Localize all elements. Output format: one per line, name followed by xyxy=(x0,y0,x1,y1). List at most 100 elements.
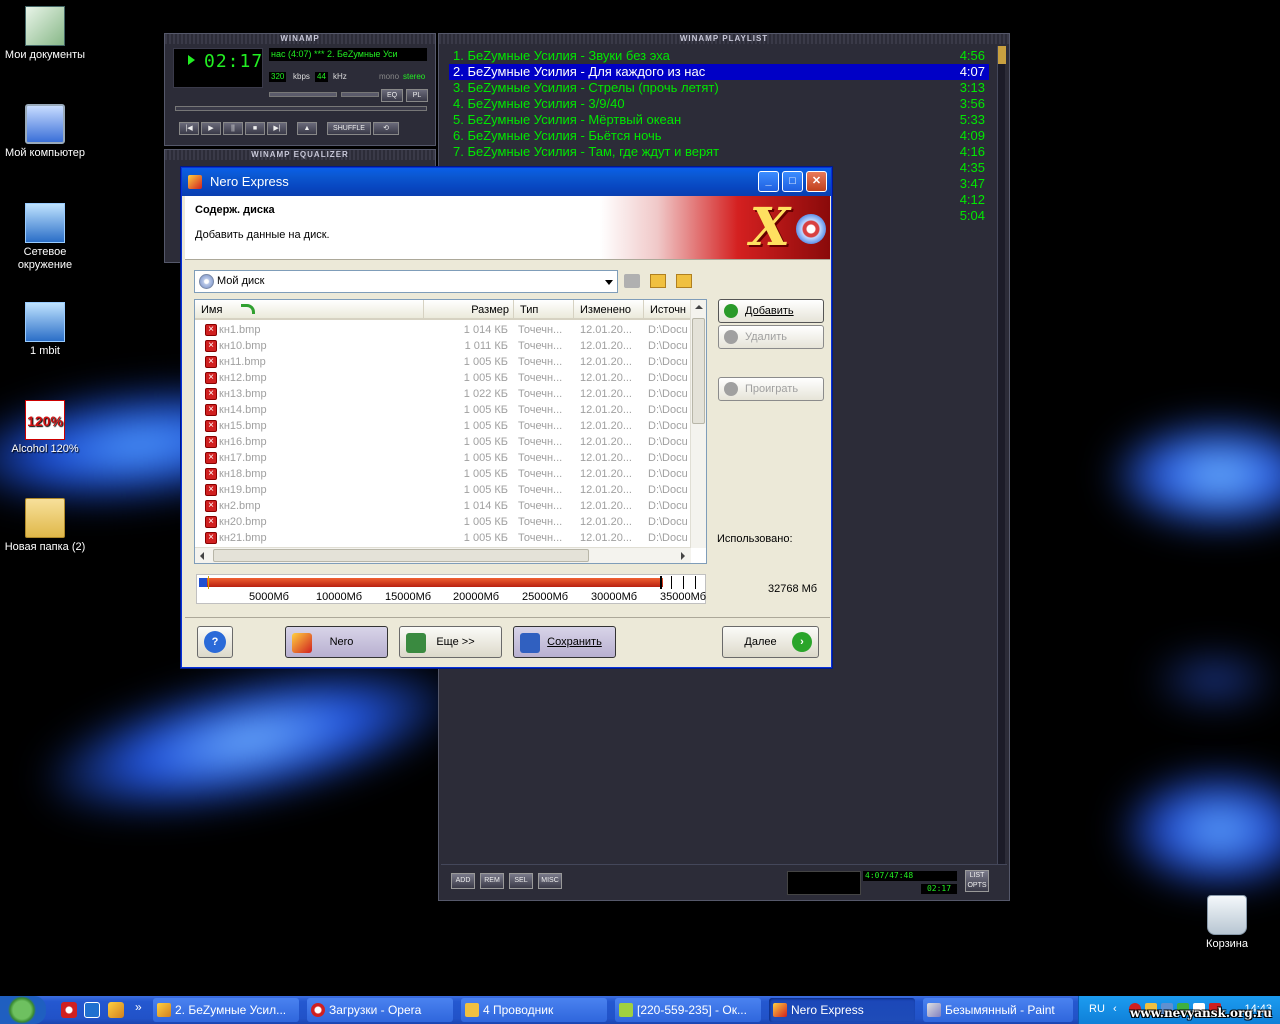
desktop-icon-alcohol[interactable]: 120% Alcohol 120% xyxy=(0,400,90,456)
taskbar-item-winamp[interactable]: 2. БеZумные Усил... xyxy=(153,998,299,1022)
disc-select[interactable]: Мой диск xyxy=(194,270,618,293)
scroll-right-icon[interactable] xyxy=(681,552,685,560)
file-row[interactable]: × кн10.bmp 1 011 КБ Точечн... 12.01.20... D:\… xyxy=(195,338,691,354)
quicklaunch-winamp-icon[interactable] xyxy=(108,1002,124,1018)
playlist-misc-button[interactable]: MISC xyxy=(538,873,562,889)
winamp-main-window[interactable]: WINAMP 02:17 нас (4:07) *** 2. БеZумные … xyxy=(164,33,436,146)
desktop-icon-network[interactable]: Сетевое окружение xyxy=(0,203,90,272)
file-row[interactable]: × кн2.bmp 1 014 КБ Точечн... 12.01.20... D:\D… xyxy=(195,498,691,514)
play-button[interactable]: Проиграть xyxy=(718,377,824,401)
scroll-up-icon[interactable] xyxy=(695,305,703,309)
column-name[interactable]: Имя xyxy=(195,300,424,318)
playlist-item-duration: 3:56 xyxy=(959,96,985,111)
playlist-item[interactable]: 1. БеZумные Усилия - Звуки без эха 4:56 xyxy=(449,48,989,64)
taskbar-item-paint[interactable]: Безымянный - Paint xyxy=(923,998,1073,1022)
nero-express-window[interactable]: Nero Express _ □ ✕ Содерж. диска Добавит… xyxy=(181,167,832,668)
playlist-item[interactable]: 7. БеZумные Усилия - Там, где ждут и вер… xyxy=(449,144,989,160)
playlist-scroll-thumb[interactable] xyxy=(998,46,1006,64)
vscroll-thumb[interactable] xyxy=(692,318,705,424)
playlist-sel-button[interactable]: SEL xyxy=(509,873,533,889)
play-button[interactable]: ▶ xyxy=(201,122,221,135)
taskbar-item-chat[interactable]: [220-559-235] - Ок... xyxy=(615,998,761,1022)
volume-slider[interactable] xyxy=(269,92,337,97)
nero-titlebar[interactable]: Nero Express _ □ ✕ xyxy=(182,168,831,196)
eject-button[interactable]: ▲ xyxy=(297,122,317,135)
hscroll-thumb[interactable] xyxy=(213,549,589,562)
playlist-scrollbar[interactable] xyxy=(997,46,1006,866)
file-size: 1 011 КБ xyxy=(464,340,508,352)
file-list[interactable]: Имя Размер Тип Изменено Источн × кн1.bmp 1… xyxy=(194,299,707,564)
close-button[interactable]: ✕ xyxy=(806,171,827,192)
add-button[interactable]: Добавить xyxy=(718,299,824,323)
start-button[interactable] xyxy=(0,996,46,1024)
playlist-item[interactable]: 3. БеZумные Усилия - Стрелы (прочь летят… xyxy=(449,80,989,96)
language-indicator[interactable]: RU xyxy=(1089,1003,1105,1015)
file-list-vscroll[interactable] xyxy=(690,300,706,548)
save-button[interactable]: Сохранить xyxy=(513,626,616,658)
file-row[interactable]: × кн14.bmp 1 005 КБ Точечн... 12.01.20... D:\… xyxy=(195,402,691,418)
equalizer-title[interactable]: WINAMP EQUALIZER xyxy=(165,150,435,160)
stop-button[interactable]: ■ xyxy=(245,122,265,135)
desktop-icon-1mbit[interactable]: 1 mbit xyxy=(0,302,90,358)
folder-properties-icon[interactable] xyxy=(676,274,692,288)
file-row[interactable]: × кн20.bmp 1 005 КБ Точечн... 12.01.20... D:\… xyxy=(195,514,691,530)
maximize-button[interactable]: □ xyxy=(782,171,803,192)
playlist-item[interactable]: 5. БеZумные Усилия - Мёртвый океан 5:33 xyxy=(449,112,989,128)
shuffle-button[interactable]: SHUFFLE xyxy=(327,122,371,135)
eq-toggle-button[interactable]: EQ xyxy=(381,89,403,102)
file-row[interactable]: × кн17.bmp 1 005 КБ Точечн... 12.01.20... D:\… xyxy=(195,450,691,466)
file-size: 1 022 КБ xyxy=(463,388,508,400)
playlist-add-button[interactable]: ADD xyxy=(451,873,475,889)
quicklaunch-window-icon[interactable] xyxy=(84,1002,100,1018)
column-source[interactable]: Источн xyxy=(644,300,691,318)
pause-button[interactable]: || xyxy=(223,122,243,135)
playlist-item[interactable]: 4. БеZумные Усилия - 3/9/40 3:56 xyxy=(449,96,989,112)
delete-button[interactable]: Удалить xyxy=(718,325,824,349)
nero-button[interactable]: Nero xyxy=(285,626,388,658)
desktop-icon-my-computer[interactable]: Мой компьютер xyxy=(0,104,90,160)
new-folder-icon[interactable] xyxy=(650,274,666,288)
playlist-title[interactable]: WINAMP PLAYLIST xyxy=(439,34,1009,44)
file-row[interactable]: × кн13.bmp 1 022 КБ Точечн... 12.01.20... D:\… xyxy=(195,386,691,402)
playlist-item[interactable]: 2. БеZумные Усилия - Для каждого из нас 4… xyxy=(449,64,989,80)
desktop-icon-my-documents[interactable]: Мои документы xyxy=(0,6,90,62)
repeat-button[interactable]: ⟲ xyxy=(373,122,399,135)
winamp-time[interactable]: 02:17 xyxy=(204,51,263,72)
column-modified[interactable]: Изменено xyxy=(574,300,644,318)
playlist-list-opts-button[interactable]: LIST OPTS xyxy=(965,870,989,892)
pl-toggle-button[interactable]: PL xyxy=(406,89,428,102)
help-button[interactable]: ? xyxy=(197,626,233,658)
taskbar-item-nero[interactable]: Nero Express xyxy=(769,998,915,1022)
folder-up-icon[interactable] xyxy=(624,274,640,288)
file-row[interactable]: × кн16.bmp 1 005 КБ Точечн... 12.01.20... D:\… xyxy=(195,434,691,450)
file-list-hscroll[interactable] xyxy=(195,547,691,563)
column-size[interactable]: Размер xyxy=(424,300,514,318)
file-row[interactable]: × кн1.bmp 1 014 КБ Точечн... 12.01.20... D:\D… xyxy=(195,322,691,338)
quicklaunch-more-icon[interactable]: » xyxy=(135,1000,142,1014)
balance-slider[interactable] xyxy=(341,92,379,97)
quicklaunch-opera-icon[interactable] xyxy=(61,1002,77,1018)
file-row[interactable]: × кн12.bmp 1 005 КБ Точечн... 12.01.20... D:\… xyxy=(195,370,691,386)
file-row[interactable]: × кн18.bmp 1 005 КБ Точечн... 12.01.20... D:\… xyxy=(195,466,691,482)
desktop-icon-new-folder[interactable]: Новая папка (2) xyxy=(0,498,90,554)
more-button[interactable]: Еще >> xyxy=(399,626,502,658)
chevron-down-icon[interactable] xyxy=(605,280,613,285)
desktop-icon-recycle-bin[interactable]: Корзина xyxy=(1182,895,1272,951)
next-button[interactable]: Далее › xyxy=(722,626,819,658)
file-row[interactable]: × кн19.bmp 1 005 КБ Точечн... 12.01.20... D:\… xyxy=(195,482,691,498)
taskbar-item-explorer[interactable]: 4 Проводник xyxy=(461,998,607,1022)
scroll-left-icon[interactable] xyxy=(200,552,204,560)
minimize-button[interactable]: _ xyxy=(758,171,779,192)
seek-bar[interactable] xyxy=(175,106,427,111)
file-row[interactable]: × кн11.bmp 1 005 КБ Точечн... 12.01.20... D:\… xyxy=(195,354,691,370)
file-row[interactable]: × кн21.bmp 1 005 КБ Точечн... 12.01.20... D:\… xyxy=(195,530,691,546)
taskbar-item-opera[interactable]: Загрузки - Opera xyxy=(307,998,453,1022)
column-type[interactable]: Тип xyxy=(514,300,574,318)
prev-button[interactable]: |◀ xyxy=(179,122,199,135)
winamp-title[interactable]: WINAMP xyxy=(165,34,435,44)
next-button[interactable]: ▶| xyxy=(267,122,287,135)
playlist-item[interactable]: 6. БеZумные Усилия - Бьётся ночь 4:09 xyxy=(449,128,989,144)
tray-expand-icon[interactable]: ‹ xyxy=(1113,1003,1125,1015)
file-row[interactable]: × кн15.bmp 1 005 КБ Точечн... 12.01.20... D:\… xyxy=(195,418,691,434)
playlist-rem-button[interactable]: REM xyxy=(480,873,504,889)
